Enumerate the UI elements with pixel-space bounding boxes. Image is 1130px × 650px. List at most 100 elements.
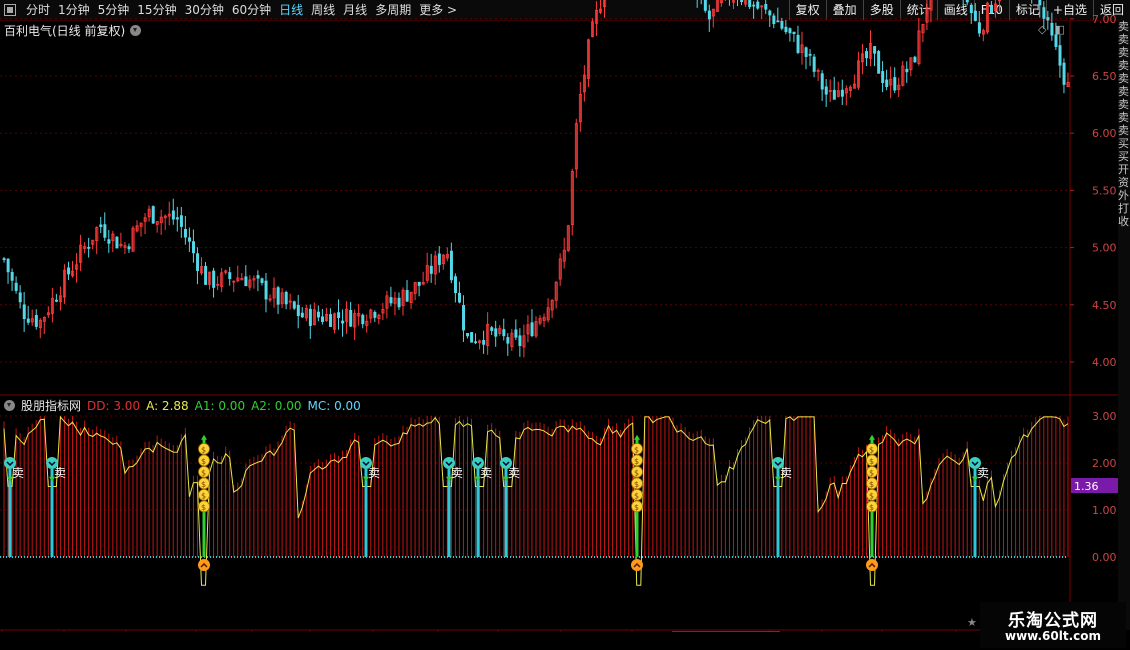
candle-body: [397, 297, 401, 308]
candle-body: [34, 315, 38, 327]
candle-body: [228, 272, 232, 280]
candle-body: [808, 53, 812, 56]
side-text: 卖: [1118, 59, 1129, 72]
sell-label: 卖: [368, 466, 380, 480]
candle-body: [429, 265, 433, 274]
star-icon[interactable]: ★: [967, 616, 977, 629]
candle-body: [796, 34, 800, 53]
sell-label: 卖: [54, 466, 66, 480]
candle-body: [881, 71, 885, 84]
side-text: 卖: [1118, 98, 1129, 111]
candle-body: [905, 68, 909, 73]
coin-glyph: $: [869, 480, 874, 489]
side-text: 买: [1118, 137, 1129, 150]
indicator-name[interactable]: 股朋指标网: [21, 397, 81, 414]
candle-body: [244, 276, 248, 287]
side-text: 卖: [1118, 124, 1129, 137]
candle-body: [1054, 34, 1058, 47]
ind-tick-label: 1.00: [1092, 504, 1117, 517]
candle-body: [470, 332, 474, 343]
time-label: 2024年: [5, 631, 44, 632]
watermark: 乐淘公式网 www.60lt.com: [980, 602, 1126, 648]
candle-body: [1038, 0, 1042, 6]
candle-body: [502, 329, 506, 337]
side-text: 买: [1118, 150, 1129, 163]
candle-body: [361, 314, 365, 325]
candle-body: [482, 339, 486, 345]
candle-body: [1046, 17, 1050, 21]
candle-body: [212, 270, 216, 288]
candle-body: [752, 4, 756, 7]
chart-canvas[interactable]: 卖卖卖卖卖卖卖卖$$$$$$$$$$$$$$$$$$ 9.509.008.508…: [0, 0, 1118, 632]
candle-body: [175, 217, 179, 220]
sell-bar: [50, 469, 54, 557]
candle-body: [115, 236, 119, 249]
candle-body: [349, 309, 353, 327]
side-text: 资: [1118, 176, 1129, 189]
candle-body: [329, 314, 333, 327]
coin-glyph: $: [869, 445, 874, 454]
candle-body: [977, 22, 981, 34]
candle-body: [989, 4, 993, 14]
side-text: 收: [1118, 215, 1129, 228]
coin-glyph: $: [634, 491, 639, 500]
indicator-field: A2: 0.00: [251, 398, 302, 413]
indicator-field: A: 2.88: [146, 398, 189, 413]
candle-body: [18, 292, 22, 303]
sell-bar: [447, 469, 451, 557]
candle-body: [788, 28, 792, 34]
candle-body: [756, 1, 760, 9]
candle-body: [183, 228, 187, 238]
candle-body: [10, 271, 14, 281]
candle-body: [308, 308, 312, 326]
buy-arrow-icon: [634, 434, 640, 440]
price-tick-label: 6.00: [1092, 127, 1117, 140]
candle-body: [893, 77, 897, 91]
coin-glyph: $: [201, 468, 206, 477]
candle-body: [474, 341, 478, 344]
candle-body: [820, 73, 824, 90]
candle-body: [405, 290, 409, 302]
candle-body: [1062, 62, 1066, 85]
coin-glyph: $: [201, 445, 206, 454]
candle-body: [373, 311, 377, 318]
candle-body: [204, 265, 208, 285]
candle-body: [824, 86, 828, 95]
sell-bar: [8, 469, 12, 557]
candle-body: [87, 246, 91, 249]
candle-body: [490, 327, 494, 331]
sell-bar: [504, 469, 508, 557]
candle-body: [54, 299, 58, 302]
candle-body: [792, 31, 796, 35]
candle-body: [865, 51, 869, 59]
coin-glyph: $: [201, 503, 206, 512]
price-tick-label: 5.00: [1092, 242, 1117, 255]
candle-body: [260, 278, 264, 283]
candle-body: [2, 258, 6, 261]
candle-body: [506, 337, 510, 344]
candle-body: [127, 246, 131, 250]
candle-body: [466, 333, 470, 337]
buy-arrow-icon: [201, 434, 207, 440]
candle-body: [740, 0, 744, 3]
side-text: 外: [1118, 189, 1129, 202]
coin-glyph: $: [201, 480, 206, 489]
candle-body: [458, 292, 462, 303]
candle-body: [913, 56, 917, 63]
candle-body: [103, 224, 107, 238]
candle-body: [885, 79, 889, 88]
sell-label: 卖: [780, 466, 792, 480]
sell-bar: [776, 469, 780, 557]
side-text: 卖: [1118, 111, 1129, 124]
candle-body: [437, 253, 441, 265]
candle-body: [965, 0, 969, 3]
candle-body: [264, 280, 268, 300]
coin-glyph: $: [634, 445, 639, 454]
ind-tick-label: 3.00: [1092, 410, 1117, 423]
candle-body: [1058, 45, 1062, 66]
coin-glyph: $: [634, 503, 639, 512]
candle-body: [969, 4, 973, 13]
indicator-field: A1: 0.00: [194, 398, 246, 413]
indicator-dropdown-icon[interactable]: [4, 400, 15, 411]
candle-body: [296, 304, 300, 317]
